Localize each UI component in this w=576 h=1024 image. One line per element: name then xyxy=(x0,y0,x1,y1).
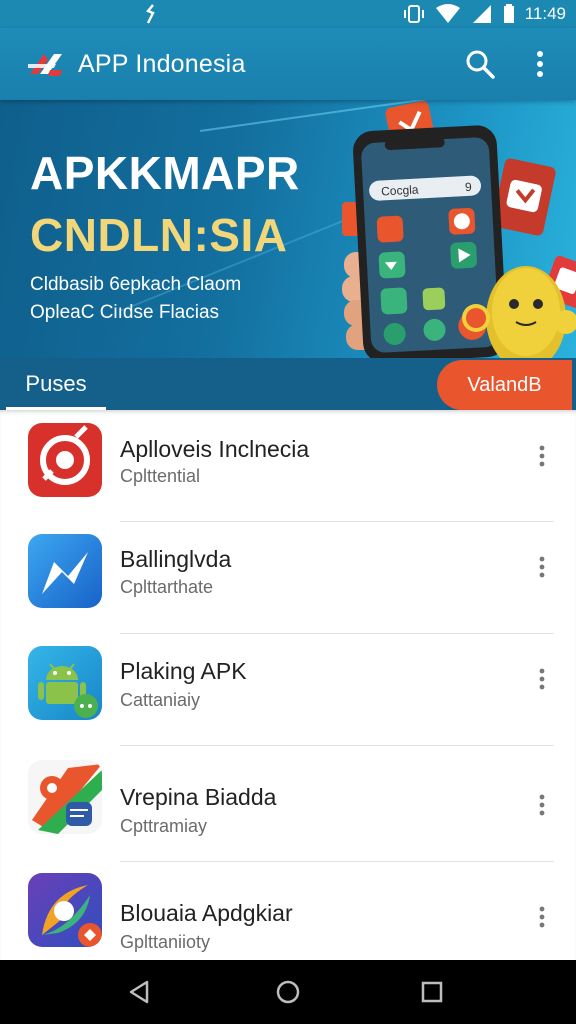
map-chat-app-icon xyxy=(28,760,102,834)
recents-icon[interactable] xyxy=(416,976,448,1008)
app-subtitle: Cplttarthate xyxy=(120,577,214,597)
signal-icon xyxy=(471,4,493,24)
system-nav-bar xyxy=(0,960,576,1024)
app-subtitle: Cattaniaiy xyxy=(120,690,201,710)
more-vert-icon[interactable] xyxy=(530,664,554,694)
messenger-app-icon xyxy=(28,534,102,608)
more-vert-icon[interactable] xyxy=(530,902,554,932)
promo-banner[interactable]: APKKMAPR CNDLN:SIA Cldbasib 6epkach Clao… xyxy=(0,100,576,358)
banner-description-line-2: OpleaC Ciıdse Flacias xyxy=(30,302,220,323)
banner-subtitle: CNDLN:SIA xyxy=(30,209,288,261)
list-item[interactable]: Aplloveis Inclnecia Cplttential xyxy=(0,410,576,522)
list-item[interactable]: Ballinglvda Cplttarthate xyxy=(0,522,576,634)
app-name: Vrepina Biadda xyxy=(120,784,277,810)
target-app-icon xyxy=(28,423,102,497)
tab-puses[interactable]: Puses xyxy=(6,358,106,410)
validate-button[interactable]: ValandB xyxy=(437,360,572,410)
battery-icon xyxy=(503,4,515,24)
wifi-icon xyxy=(435,4,461,24)
more-vert-icon[interactable] xyxy=(530,441,554,471)
app-bar: APP Indonesia xyxy=(0,28,576,100)
more-vert-icon[interactable] xyxy=(526,48,554,80)
app-logo-icon xyxy=(26,50,66,80)
app-list: Aplloveis Inclnecia Cplttential Ballingl… xyxy=(0,410,576,960)
app-subtitle: Gplttaniioty xyxy=(120,932,211,952)
app-name: Blouaia Apdgkiar xyxy=(120,900,293,926)
tab-strip: Puses ValandB xyxy=(0,358,576,410)
more-vert-icon[interactable] xyxy=(530,790,554,820)
list-item[interactable]: Plaking APK Cattaniaiy xyxy=(0,634,576,746)
more-vert-icon[interactable] xyxy=(530,552,554,582)
android-app-icon xyxy=(28,646,102,720)
swirl-app-icon xyxy=(28,873,102,947)
app-subtitle: Cpttramiay xyxy=(120,816,208,836)
banner-title: APKKMAPR xyxy=(30,147,300,199)
list-item[interactable]: Blouaia Apdgkiar Gplttaniioty xyxy=(0,862,576,960)
app-title: APP Indonesia xyxy=(78,50,246,78)
home-icon[interactable] xyxy=(272,976,304,1008)
app-name: Aplloveis Inclnecia xyxy=(120,436,310,462)
vibrate-icon xyxy=(403,4,425,24)
back-icon[interactable] xyxy=(123,976,155,1008)
app-subtitle: Cplttential xyxy=(120,466,201,486)
floating-app-tile-icon xyxy=(492,158,556,236)
app-name: Plaking APK xyxy=(120,658,247,684)
phone-search-badge: 9 xyxy=(465,180,473,194)
list-item[interactable]: Vrepina Biadda Cpttramiay xyxy=(0,746,576,862)
phone-illustration: Cocgla 9 xyxy=(342,100,576,358)
status-time: 11:49 xyxy=(524,4,566,23)
status-bar: 11:49 xyxy=(0,0,576,28)
app-name: Ballinglvda xyxy=(120,546,232,572)
search-icon[interactable] xyxy=(464,48,496,80)
phone-search-text: Cocgla xyxy=(381,183,419,199)
banner-description-line-1: Cldbasib 6epkach Claom xyxy=(30,274,242,295)
tab-active-indicator xyxy=(6,407,106,410)
notification-icon xyxy=(144,4,158,29)
